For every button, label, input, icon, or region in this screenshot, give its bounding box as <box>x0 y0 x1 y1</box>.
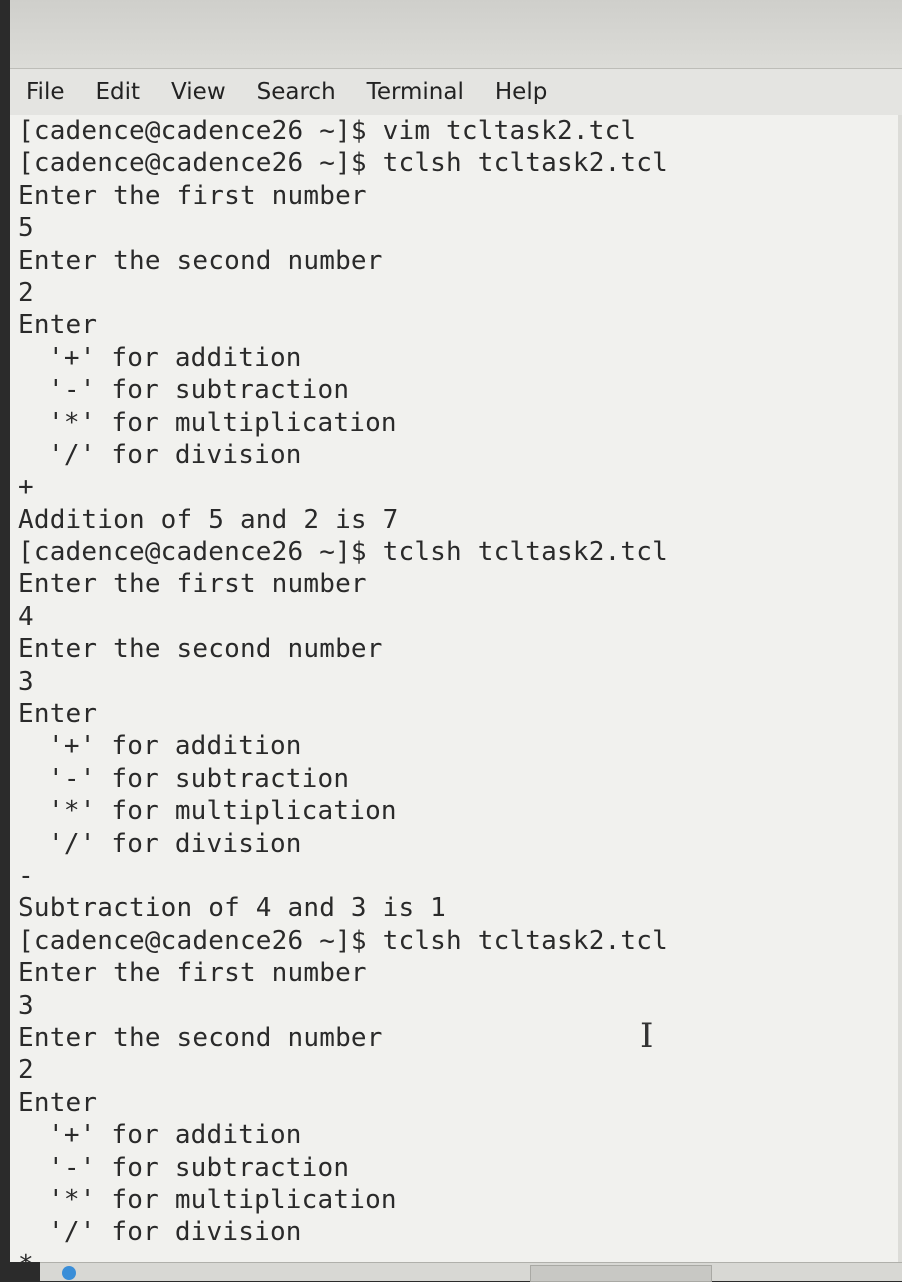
menu-file[interactable]: File <box>26 79 65 105</box>
terminal-line: [cadence@cadence26 ~]$ tclsh tcltask2.tc… <box>18 925 668 956</box>
terminal-line: 5 <box>18 213 34 244</box>
terminal-line: 2 <box>18 1055 34 1086</box>
browser-icon[interactable] <box>62 1266 76 1280</box>
terminal-line: 4 <box>18 601 34 632</box>
terminal-line: Enter the first number <box>18 569 367 600</box>
terminal-line: [cadence@cadence26 ~]$ tclsh tcltask2.tc… <box>18 148 668 179</box>
terminal-line: Enter the second number <box>18 634 383 665</box>
terminal-line: - <box>18 860 34 891</box>
terminal-line: + <box>18 472 34 503</box>
menu-terminal[interactable]: Terminal <box>367 79 464 105</box>
terminal-line: Enter the first number <box>18 958 367 989</box>
menu-edit[interactable]: Edit <box>96 79 141 105</box>
terminal-line: '*' for multiplication <box>48 1184 397 1215</box>
terminal-line: 2 <box>18 277 34 308</box>
terminal-line: [cadence@cadence26 ~]$ vim tcltask2.tcl <box>18 116 637 146</box>
terminal-line: '-' for subtraction <box>48 375 350 406</box>
terminal-line: Enter the second number <box>18 245 383 276</box>
terminal-line: '-' for subtraction <box>48 763 350 794</box>
terminal-line: '/' for division <box>48 828 302 859</box>
terminal-line: '/' for division <box>48 1217 302 1248</box>
terminal-line: Enter <box>18 1087 98 1118</box>
terminal-line: * <box>18 1249 902 1262</box>
terminal-line: 3 <box>18 666 34 697</box>
terminal-line: '-' for subtraction <box>48 1152 350 1183</box>
terminal-line: Subtraction of 4 and 3 is 1 <box>18 893 447 924</box>
taskbar <box>40 1262 902 1282</box>
terminal-line: 3 <box>18 990 34 1021</box>
terminal-window: File Edit View Search Terminal Help [cad… <box>10 0 902 1262</box>
text-cursor-icon: I <box>640 1016 654 1056</box>
terminal-line: Addition of 5 and 2 is 7 <box>18 504 399 535</box>
terminal-line: [cadence@cadence26 ~]$ tclsh tcltask2.tc… <box>18 537 668 568</box>
terminal-line: '*' for multiplication <box>48 796 397 827</box>
scrollbar[interactable] <box>898 115 902 1262</box>
menu-help[interactable]: Help <box>495 79 547 105</box>
terminal-line: '+' for addition <box>48 342 302 373</box>
terminal-line: '*' for multiplication <box>48 407 397 438</box>
terminal-line: Enter the first number <box>18 180 367 211</box>
terminal-line: '/' for division <box>48 439 302 470</box>
terminal-line: Enter <box>18 699 98 730</box>
terminal-output[interactable]: [cadence@cadence26 ~]$ vim tcltask2.tcl[… <box>10 115 902 1262</box>
menu-search[interactable]: Search <box>257 79 336 105</box>
menu-view[interactable]: View <box>171 79 226 105</box>
terminal-line: '+' for addition <box>48 1120 302 1151</box>
terminal-line: Enter the second number <box>18 1022 383 1053</box>
terminal-line: Enter <box>18 310 98 341</box>
title-bar[interactable] <box>10 0 902 69</box>
terminal-line: '+' for addition <box>48 731 302 762</box>
menu-bar: File Edit View Search Terminal Help <box>10 69 902 116</box>
taskbar-item[interactable] <box>530 1265 712 1282</box>
